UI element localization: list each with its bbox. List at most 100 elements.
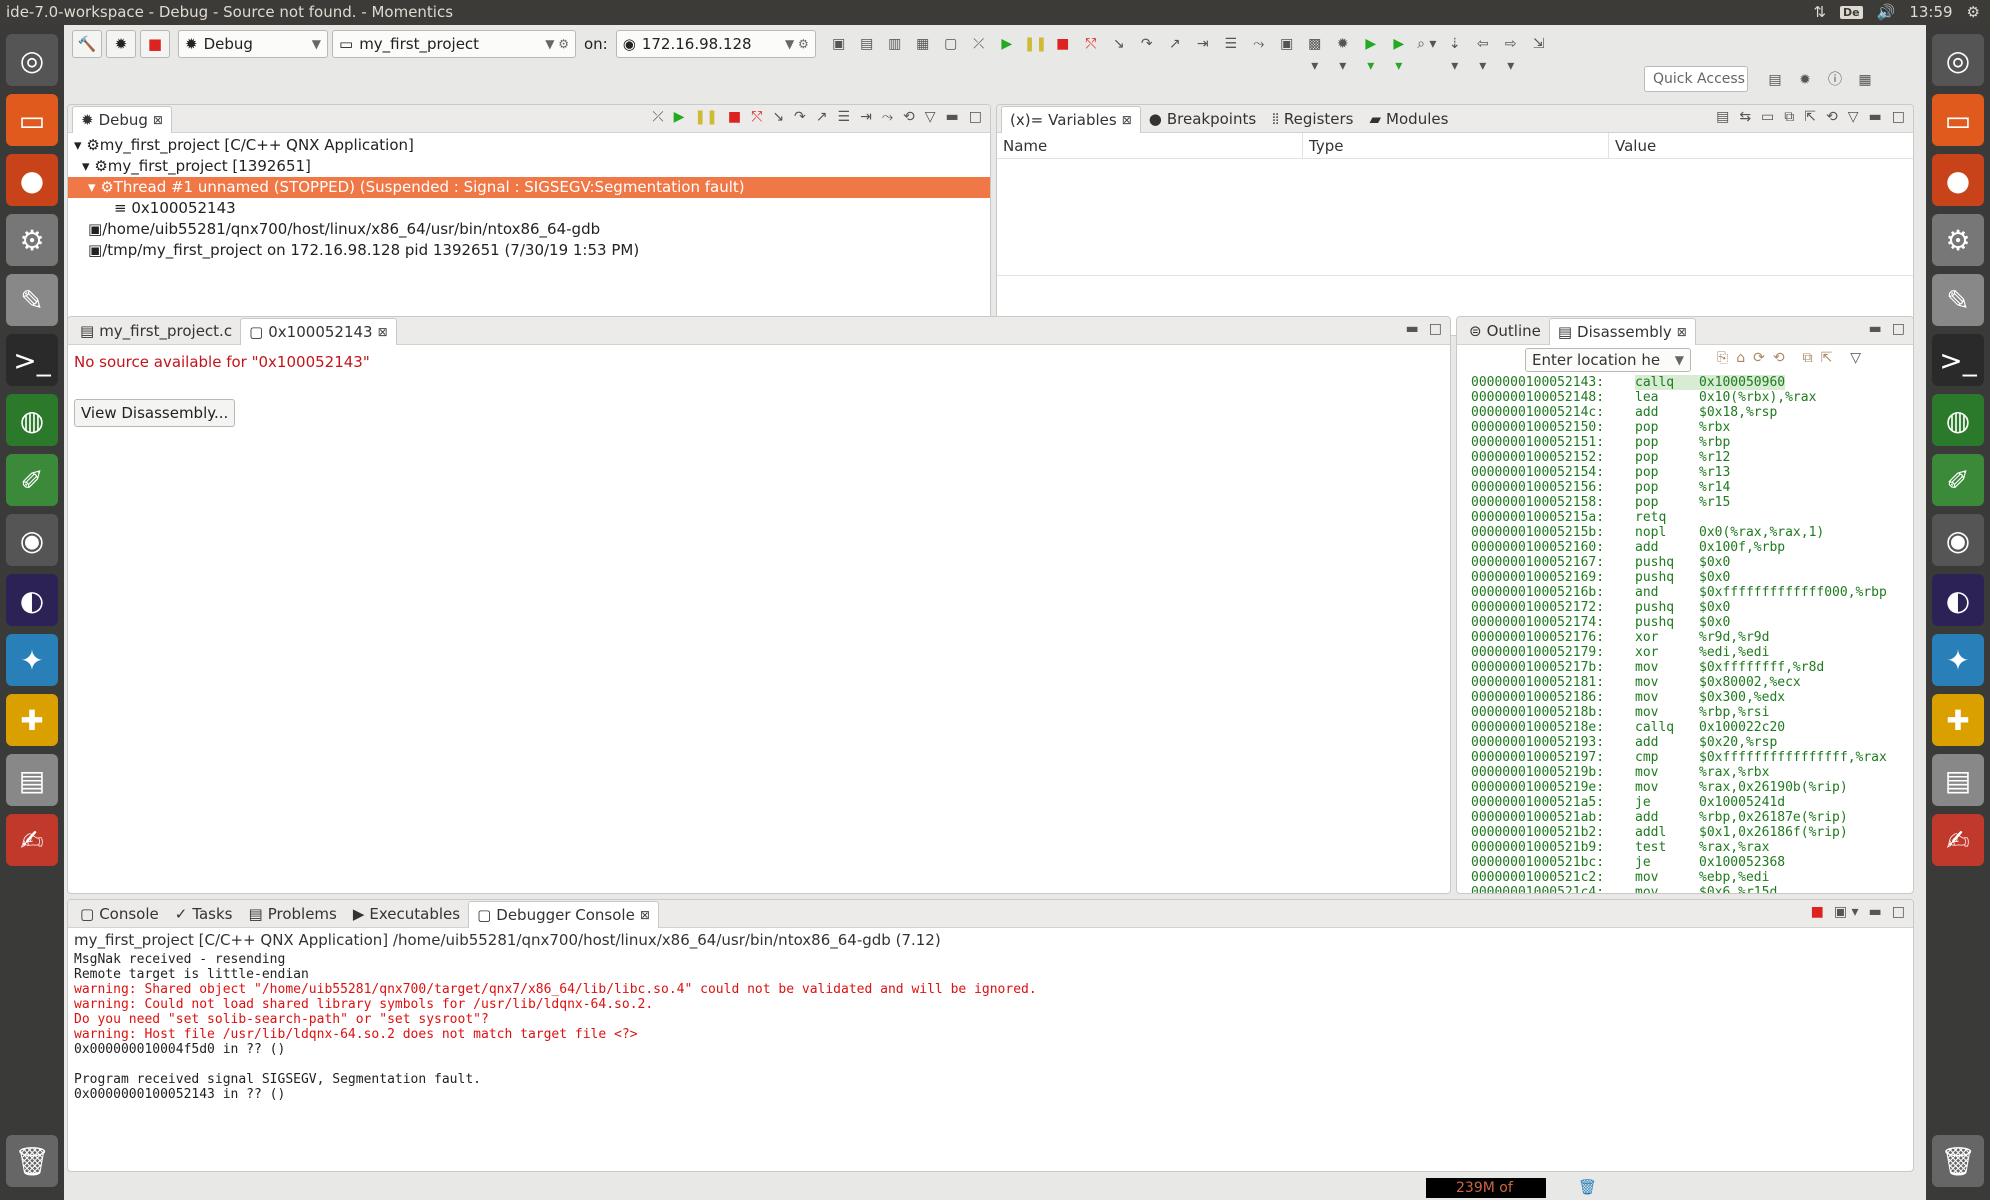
export-icon[interactable]: ⇱ <box>1821 350 1833 366</box>
disassembly-line[interactable]: 000000010005218e: callq 0x100022c20 <box>1471 720 1913 735</box>
location-input[interactable]: Enter location here ▼ <box>1525 348 1691 372</box>
step-over-icon[interactable]: ↷ <box>1136 33 1158 55</box>
home-icon[interactable]: ⌂ <box>1736 350 1745 366</box>
terminal-icon[interactable]: >_ <box>6 334 58 386</box>
expanded-arrow-icon[interactable]: ▾ <box>74 136 82 154</box>
system-settings-icon[interactable]: ⚙ <box>1932 214 1984 266</box>
column-name[interactable]: Name <box>997 133 1303 158</box>
suspend-icon[interactable]: ❚❚ <box>1024 33 1047 55</box>
window-icon[interactable]: ▣ <box>1276 33 1298 55</box>
tab-address[interactable]: ▢ 0x100052143 ⊠ <box>240 317 397 345</box>
disassembly-line[interactable]: 0000000100052193: add $0x20,%rsp <box>1471 735 1913 750</box>
collapse-all-icon[interactable]: ▤ <box>1716 109 1729 125</box>
tab-debug[interactable]: ✹ Debug ⊠ <box>72 105 172 133</box>
disassembly-line[interactable]: 0000000100052176: xor %r9d,%r9d <box>1471 630 1913 645</box>
view-disassembly-button[interactable]: View Disassembly... <box>74 399 236 427</box>
firefox-icon[interactable]: ● <box>6 154 58 206</box>
disassembly-line[interactable]: 000000010005219b: mov %rax,%rbx <box>1471 765 1913 780</box>
tree-gdb[interactable]: ▣/home/uib55281/qnx700/host/linux/x86_64… <box>68 219 990 240</box>
disassembly-line[interactable]: 0000000100052152: pop %r12 <box>1471 450 1913 465</box>
tree-thread[interactable]: ▾ ⚙Thread #1 unnamed (STOPPED) (Suspende… <box>68 177 990 198</box>
disassembly-line[interactable]: 00000001000521a5: je 0x10005241d <box>1471 795 1913 810</box>
sync-icon[interactable]: ⟳ <box>1753 350 1765 366</box>
disk-utility-icon[interactable]: ◉ <box>1932 514 1984 566</box>
console-output[interactable]: MsgNak received - resending Remote target… <box>68 952 1913 1102</box>
image-editor-icon[interactable]: ✐ <box>6 454 58 506</box>
step-into-icon[interactable]: ↘ <box>1108 33 1130 55</box>
disassembly-line[interactable]: 0000000100052172: pushq $0x0 <box>1471 600 1913 615</box>
puzzle-icon[interactable]: ✚ <box>6 694 58 746</box>
disconnect-icon[interactable]: ⤲ <box>751 109 762 125</box>
terminate-icon[interactable]: ■ <box>728 109 741 125</box>
debug-perspective-icon[interactable]: ✹ <box>1794 69 1816 91</box>
eclipse-icon[interactable]: ◐ <box>6 574 58 626</box>
step-over-icon[interactable]: ↷ <box>794 109 806 125</box>
external-tools-icon[interactable]: ▶ ▾ <box>1388 33 1410 74</box>
maximize-icon[interactable]: □ <box>1429 321 1442 337</box>
show-type-names-icon[interactable]: ⇆ <box>1739 109 1751 125</box>
step-filters-icon[interactable]: ⤳ <box>882 109 893 125</box>
trash-icon[interactable]: 🗑 <box>1932 1135 1984 1187</box>
instruction-step-icon[interactable]: ⇥ <box>860 109 872 125</box>
back-icon[interactable]: ⇦ ▾ <box>1472 33 1494 74</box>
open-perspective-icon[interactable]: ▤ <box>1764 69 1786 91</box>
console-icon[interactable]: ▢ <box>940 33 962 55</box>
tab-executables[interactable]: ▶ Executables <box>345 900 468 928</box>
disassembly-line[interactable]: 0000000100052179: xor %edi,%edi <box>1471 645 1913 660</box>
tab-tasks[interactable]: ✓ Tasks <box>167 900 241 928</box>
suspend-icon[interactable]: ❚❚ <box>694 109 717 125</box>
disassembly-line[interactable]: 00000001000521ab: add %rbp,0x26187e(%rip) <box>1471 810 1913 825</box>
instruction-step-icon[interactable]: ⇥ <box>1192 33 1214 55</box>
maximize-icon[interactable]: □ <box>1892 109 1905 125</box>
annotation-icon[interactable]: ⇣ ▾ <box>1444 33 1466 74</box>
disassembly-line[interactable]: 0000000100052169: pushq $0x0 <box>1471 570 1913 585</box>
sync-icon[interactable]: ⟲ <box>903 109 915 125</box>
close-icon[interactable]: ⊠ <box>153 113 163 127</box>
print-icon[interactable]: ▦ <box>912 33 934 55</box>
settings-gear-icon[interactable]: ⚙ <box>1967 3 1980 21</box>
disassembly-line[interactable]: 0000000100052174: pushq $0x0 <box>1471 615 1913 630</box>
disassembly-line[interactable]: 00000001000521c4: mov $0x6,%r15d <box>1471 885 1913 893</box>
drop-to-frame-icon[interactable]: ☰ <box>838 109 851 125</box>
forward-icon[interactable]: ⇨ ▾ <box>1500 33 1522 74</box>
maximize-icon[interactable]: □ <box>1892 904 1905 920</box>
tree-launch[interactable]: ▾ ⚙my_first_project [C/C++ QNX Applicati… <box>68 135 990 156</box>
image-editor-icon[interactable]: ✐ <box>1932 454 1984 506</box>
disassembly-line[interactable]: 000000010005218b: mov %rbp,%rsi <box>1471 705 1913 720</box>
maximize-icon[interactable]: □ <box>969 109 982 125</box>
dash-icon[interactable]: ◎ <box>1932 34 1984 86</box>
disassembly-line[interactable]: 000000010005219e: mov %rax,0x26190b(%rip) <box>1471 780 1913 795</box>
pdf-viewer-icon[interactable]: ✍ <box>1932 814 1984 866</box>
tab-disassembly[interactable]: ▤ Disassembly ⊠ <box>1548 317 1696 345</box>
save-icon[interactable]: ▤ <box>856 33 878 55</box>
new-window-icon[interactable]: ⧉ <box>1784 109 1794 125</box>
minimize-icon[interactable]: ▬ <box>946 109 959 125</box>
build-hammer-icon[interactable]: 🔨 <box>72 30 102 58</box>
run-icon[interactable]: ▶ ▾ <box>1360 33 1382 74</box>
globe-icon[interactable]: ◍ <box>1932 394 1984 446</box>
trash-icon[interactable]: 🗑 <box>6 1135 58 1187</box>
disk-utility-icon[interactable]: ◉ <box>6 514 58 566</box>
minimize-icon[interactable]: ▬ <box>1869 904 1882 920</box>
tree-stack-frame[interactable]: ≡ 0x100052143 <box>68 198 990 219</box>
list-icon[interactable]: ☰ <box>1220 33 1242 55</box>
keyboard-layout-indicator[interactable]: De <box>1840 5 1863 19</box>
disassembly-line[interactable]: 0000000100052150: pop %rbx <box>1471 420 1913 435</box>
disassembly-line[interactable]: 00000001000521c2: mov %ebp,%edi <box>1471 870 1913 885</box>
firefox-icon[interactable]: ● <box>1932 154 1984 206</box>
disassembly-line[interactable]: 0000000100052160: add 0x100f,%rbp <box>1471 540 1913 555</box>
disassembly-line[interactable]: 0000000100052151: pop %rbp <box>1471 435 1913 450</box>
terminal-icon[interactable]: >_ <box>1932 334 1984 386</box>
system-settings-icon[interactable]: ⚙ <box>6 214 58 266</box>
momentics-icon[interactable]: ✦ <box>1932 634 1984 686</box>
skip-breakpoints-icon[interactable]: ⤫ <box>968 33 990 55</box>
close-icon[interactable]: ⊠ <box>640 908 650 922</box>
tab-problems[interactable]: ▤ Problems <box>241 900 345 928</box>
eclipse-icon[interactable]: ◐ <box>1932 574 1984 626</box>
cpp-perspective-icon[interactable]: ▦ <box>1854 69 1876 91</box>
minimize-icon[interactable]: ▬ <box>1406 321 1419 337</box>
disassembly-line[interactable]: 000000010005214c: add $0x18,%rsp <box>1471 405 1913 420</box>
save-all-icon[interactable]: ▥ <box>884 33 906 55</box>
expanded-arrow-icon[interactable]: ▾ <box>88 178 96 196</box>
archive-icon[interactable]: ▤ <box>1932 754 1984 806</box>
